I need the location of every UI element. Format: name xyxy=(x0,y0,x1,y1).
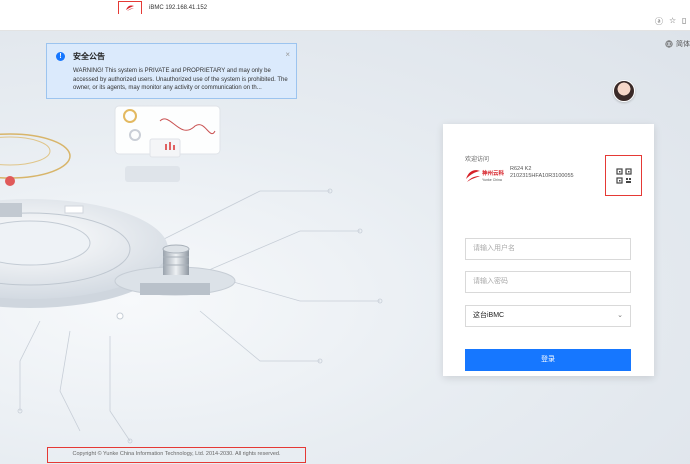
device-serial: 2102315HFA10R3100055 xyxy=(510,173,574,179)
copyright-footer: Copyright © Yunke China Information Tech… xyxy=(47,447,306,463)
copyright-text: Copyright © Yunke China Information Tech… xyxy=(72,451,281,457)
device-model: R624 K2 xyxy=(510,166,532,172)
security-notice: ! 安全公告 × WARNING! This system is PRIVATE… xyxy=(46,43,297,99)
domain-selected-value: 这台iBMC xyxy=(473,312,505,319)
domain-select[interactable]: 这台iBMC ⌄ xyxy=(465,305,631,327)
username-input[interactable]: 请输入用户名 xyxy=(465,238,631,260)
language-label: 简体 xyxy=(676,41,690,48)
brand-favicon-icon xyxy=(126,4,134,11)
close-icon[interactable]: × xyxy=(285,50,290,59)
welcome-text: 欢迎访问 xyxy=(465,157,490,163)
language-switcher[interactable]: 简体 xyxy=(665,39,690,49)
brand-name-en: Yunke China xyxy=(482,178,502,182)
notice-title: 安全公告 xyxy=(73,52,105,61)
qr-code-icon xyxy=(615,167,632,184)
language-icon xyxy=(665,40,673,48)
device-info: R624 K2 2102315HFA10R3100055 xyxy=(510,166,574,180)
login-card: 欢迎访问 神州云科 Yunke China R624 K2 2102315HFA… xyxy=(443,124,654,376)
login-button[interactable]: 登录 xyxy=(465,349,631,371)
assistant-avatar[interactable] xyxy=(613,80,635,102)
favicon-highlight xyxy=(118,0,142,15)
brand-name-cn: 神州云科 xyxy=(482,169,505,177)
translate-icon[interactable]: ⓐ xyxy=(655,16,663,27)
info-icon: ! xyxy=(56,52,65,61)
password-input[interactable]: 请输入密码 xyxy=(465,271,631,293)
star-icon[interactable]: ☆ xyxy=(669,16,676,25)
brand-logo: 神州云科 Yunke China xyxy=(466,169,505,182)
chevron-down-icon: ⌄ xyxy=(617,312,623,319)
browser-toolbar: ⓐ ☆ ▯ xyxy=(0,14,690,31)
browser-tab-bar: iBMC 192.168.41.152 xyxy=(0,0,690,15)
qr-code-highlight[interactable] xyxy=(605,155,642,196)
login-page: 简体 ! 安全公告 × WARNING! This system is PRIV… xyxy=(0,31,690,464)
browser-tab[interactable]: iBMC 192.168.41.152 xyxy=(118,0,208,15)
password-placeholder: 请输入密码 xyxy=(473,278,508,285)
split-icon[interactable]: ▯ xyxy=(682,16,686,25)
username-placeholder: 请输入用户名 xyxy=(473,245,515,252)
notice-body: WARNING! This system is PRIVATE and PROP… xyxy=(73,68,288,91)
tab-title: iBMC 192.168.41.152 xyxy=(149,4,208,11)
